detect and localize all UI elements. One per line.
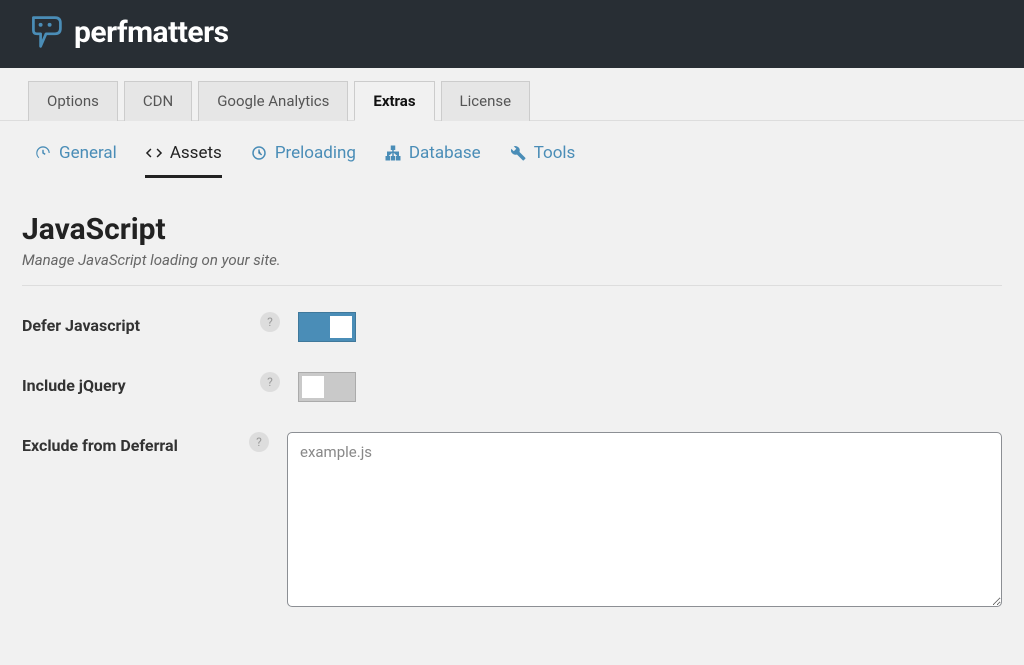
brand-name: perfmatters [74,15,229,50]
subtab-database[interactable]: Database [384,143,481,178]
field-exclude-from-deferral: Exclude from Deferral ? [22,432,1002,607]
logo-icon [28,14,64,50]
subtab-label: Database [409,143,481,163]
toggle-knob [302,376,324,398]
toggle-knob [330,316,352,338]
subtab-general[interactable]: General [34,143,117,178]
tab-options[interactable]: Options [28,81,118,121]
help-icon[interactable]: ? [249,432,269,452]
tab-license[interactable]: License [441,81,531,121]
toggle-include-jquery[interactable] [298,372,356,402]
subtab-tools[interactable]: Tools [509,143,576,178]
field-label: Defer Javascript [22,312,260,335]
exclude-textarea[interactable] [287,432,1002,607]
section-description: Manage JavaScript loading on your site. [22,251,1002,269]
subtab-label: Assets [170,143,222,163]
field-defer-javascript: Defer Javascript ? [22,312,1002,342]
sub-tabs: General Assets Preloading Database Tools [0,121,1024,178]
tab-google-analytics[interactable]: Google Analytics [198,81,348,121]
subtab-label: Tools [534,143,576,163]
header-bar: perfmatters [0,0,1024,68]
tab-cdn[interactable]: CDN [124,81,192,121]
field-label: Include jQuery [22,372,260,395]
help-icon[interactable]: ? [260,372,280,392]
help-icon[interactable]: ? [260,312,280,332]
subtab-label: General [59,143,117,163]
toggle-defer-javascript[interactable] [298,312,356,342]
main-tabs: Options CDN Google Analytics Extras Lice… [0,68,1024,121]
subtab-assets[interactable]: Assets [145,143,222,178]
code-icon [145,144,163,162]
divider [22,285,1002,286]
subtab-label: Preloading [275,143,356,163]
section-title: JavaScript [22,212,1002,247]
field-include-jquery: Include jQuery ? [22,372,1002,402]
subtab-preloading[interactable]: Preloading [250,143,356,178]
sitemap-icon [384,144,402,162]
field-label: Exclude from Deferral [22,432,249,455]
dashboard-icon [34,144,52,162]
content-area: JavaScript Manage JavaScript loading on … [0,178,1024,607]
clock-icon [250,144,268,162]
tab-extras[interactable]: Extras [354,81,434,121]
wrench-icon [509,144,527,162]
